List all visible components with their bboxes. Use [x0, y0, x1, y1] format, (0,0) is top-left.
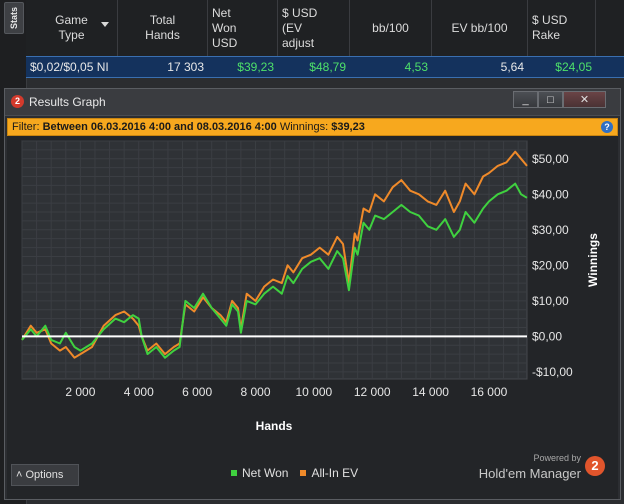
legend-item-allin-ev[interactable]: All-In EV	[300, 466, 358, 480]
close-button[interactable]: ✕	[563, 91, 606, 108]
y-axis-label: Winnings	[586, 233, 600, 287]
column-header-ev-adjusted[interactable]: $ USD (EV adjust	[278, 0, 350, 56]
window-controls: _ □ ✕	[513, 91, 606, 108]
cell-ev-adjusted: $48,79	[309, 60, 346, 74]
x-tick-label: 6 000	[182, 385, 212, 399]
cell-rake: $24,05	[555, 60, 592, 74]
y-tick-label: $40,00	[532, 187, 569, 201]
window-title: Results Graph	[29, 95, 106, 109]
x-tick-label: 16 000	[471, 385, 508, 399]
y-tick-label: $10,00	[532, 294, 569, 308]
x-tick-label: 10 000	[296, 385, 333, 399]
x-axis-label: Hands	[256, 419, 293, 433]
y-tick-label: $0,00	[532, 329, 562, 343]
column-header-rake[interactable]: $ USD Rake	[528, 0, 596, 56]
x-tick-label: 8 000	[240, 385, 270, 399]
app-logo-icon: 2	[11, 95, 24, 108]
maximize-icon: □	[547, 93, 554, 106]
column-header-label: Game Type	[55, 13, 88, 42]
cell-ev-bb100: 5,64	[500, 60, 524, 74]
results-chart: 2 000 4 000 6 000 8 000 10 000 12 000 14 000 16…	[21, 140, 600, 433]
results-graph-window: 2 Results Graph _ □ ✕ Filter: Between 06…	[4, 88, 621, 500]
column-header-bb100[interactable]: bb/100	[350, 0, 432, 56]
window-titlebar[interactable]: 2 Results Graph _ □ ✕	[5, 89, 620, 116]
x-tick-label: 14 000	[412, 385, 449, 399]
column-header-net-won[interactable]: Net Won USD	[208, 0, 278, 56]
filter-range: Between 06.03.2016 4:00 and 08.03.2016 4…	[42, 121, 277, 133]
cell-net-won: $39,23	[237, 60, 274, 74]
legend-label: All-In EV	[311, 466, 359, 480]
x-tick-label: 12 000	[354, 385, 391, 399]
chevron-up-icon: ˄	[16, 469, 23, 481]
y-tick-label: $20,00	[532, 258, 569, 272]
x-tick-label: 4 000	[124, 385, 154, 399]
sort-arrow-icon[interactable]	[101, 22, 109, 27]
chart-legend: Net Won All-In EV	[231, 466, 370, 480]
legend-swatch	[300, 470, 307, 476]
legend-item-net-won[interactable]: Net Won	[231, 466, 288, 480]
filter-winnings-label: Winnings:	[279, 121, 329, 133]
column-header-label: Total Hands	[145, 13, 180, 42]
column-header-label: Net Won USD	[212, 5, 238, 50]
column-header-label: $ USD Rake	[532, 13, 568, 42]
table-row[interactable]: $0,02/$0,05 NI 17 303 $39,23 $48,79 4,53…	[26, 56, 624, 78]
powered-by-text: Powered by	[533, 453, 581, 463]
help-icon[interactable]: ?	[601, 121, 613, 133]
y-tick-label: $30,00	[532, 223, 569, 237]
column-header-more[interactable]	[596, 0, 624, 56]
filter-prefix: Filter:	[12, 121, 40, 133]
cell-game-type: $0,02/$0,05 NI	[30, 60, 109, 74]
brand-name: Hold'em Manager	[478, 466, 581, 481]
close-icon: ✕	[579, 94, 590, 106]
cell-bb100: 4,53	[404, 60, 428, 74]
stats-tab[interactable]: Stats	[4, 2, 24, 34]
legend-label: Net Won	[242, 466, 289, 480]
legend-swatch	[231, 470, 237, 476]
minimize-button[interactable]: _	[513, 91, 538, 108]
column-header-total-hands[interactable]: Total Hands	[118, 0, 208, 56]
y-tick-label: -$10,00	[532, 365, 573, 379]
y-tick-label: $50,00	[532, 152, 569, 166]
stats-tab-label: Stats	[9, 6, 20, 30]
column-header-ev-bb100[interactable]: EV bb/100	[432, 0, 528, 56]
cell-total-hands: 17 303	[167, 60, 204, 74]
graph-area: 2 000 4 000 6 000 8 000 10 000 12 000 14 000 16…	[7, 136, 618, 499]
column-header-label: bb/100	[372, 20, 409, 35]
results-table-header: Game Type Total Hands Net Won USD $ USD …	[26, 0, 624, 57]
filter-winnings-value: $39,23	[331, 121, 365, 133]
x-tick-label: 2 000	[65, 385, 95, 399]
maximize-button[interactable]: □	[538, 91, 563, 108]
options-label: Options	[25, 469, 64, 481]
column-header-label: $ USD (EV adjust	[282, 5, 318, 50]
column-header-game-type[interactable]: Game Type	[26, 0, 118, 56]
brand-logo-icon: 2	[585, 456, 605, 476]
minimize-icon: _	[522, 93, 529, 106]
options-button[interactable]: ˄ Options	[11, 464, 79, 486]
column-header-label: EV bb/100	[451, 20, 508, 35]
filter-bar[interactable]: Filter: Between 06.03.2016 4:00 and 08.0…	[7, 118, 618, 136]
